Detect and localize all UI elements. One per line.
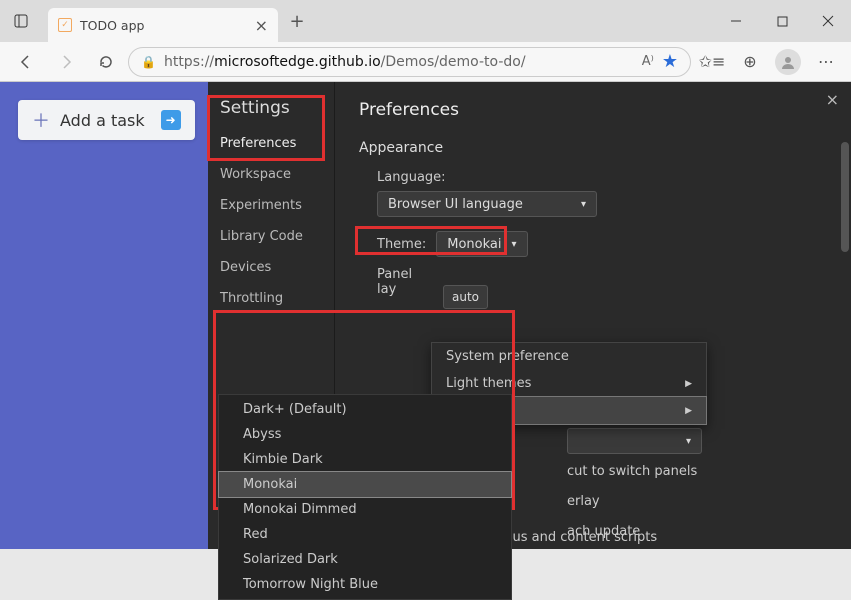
tab-favicon: ✓ — [58, 18, 72, 32]
sidebar-item-throttling[interactable]: Throttling — [208, 283, 334, 314]
plus-icon: ＋ — [32, 107, 50, 133]
chevron-down-icon: ▾ — [511, 239, 516, 250]
theme-option[interactable]: Kimbie Dark — [219, 447, 511, 472]
settings-title: Settings — [208, 94, 334, 128]
close-window-button[interactable] — [805, 0, 851, 42]
chevron-down-icon: ▾ — [686, 436, 691, 447]
appearance-heading: Appearance — [359, 140, 827, 156]
browser-tab[interactable]: ✓ TODO app × — [48, 8, 278, 42]
theme-option[interactable]: Abyss — [219, 422, 511, 447]
theme-option-selected[interactable]: Monokai — [219, 472, 511, 497]
lock-icon: 🔒 — [141, 55, 156, 69]
read-aloud-icon[interactable]: A⁾ — [642, 54, 654, 69]
add-task-input[interactable]: ＋ Add a task ➜ — [18, 100, 195, 140]
more-button[interactable]: ⋯ — [809, 46, 843, 78]
sidebar-item-library[interactable]: Library Code — [208, 221, 334, 252]
panel-layout-label: Panel lay — [377, 267, 433, 297]
extra-select[interactable]: ▾ — [567, 428, 702, 454]
avatar-icon — [775, 49, 801, 75]
theme-option[interactable]: Red — [219, 522, 511, 547]
language-select[interactable]: Browser UI language ▾ — [377, 191, 597, 217]
scrollbar[interactable] — [841, 142, 849, 252]
new-tab-button[interactable]: + — [282, 11, 312, 32]
url-input[interactable]: 🔒 https://microsoftedge.github.io/Demos/… — [128, 47, 691, 77]
hint-switch: cut to switch panels — [567, 464, 697, 479]
theme-label: Theme: — [377, 237, 426, 252]
profile-button[interactable] — [771, 46, 805, 78]
submenu-light-themes[interactable]: Light themes▶ — [432, 370, 706, 397]
page-content: ＋ Add a task ➜ Settings Preferences Work… — [0, 82, 851, 549]
theme-option[interactable]: Monokai Dimmed — [219, 497, 511, 522]
forward-button[interactable] — [48, 46, 84, 78]
favorites-button[interactable]: ✩≡ — [695, 46, 729, 78]
triangle-right-icon: ▶ — [685, 379, 692, 389]
window-titlebar: ✓ TODO app × + — [0, 0, 851, 42]
chevron-down-icon: ▾ — [581, 199, 586, 210]
theme-list-dropdown: Dark+ (Default) Abyss Kimbie Dark Monoka… — [218, 394, 512, 600]
theme-select[interactable]: Monokai ▾ — [436, 231, 527, 257]
panel-layout-select[interactable]: auto — [443, 285, 488, 309]
maximize-button[interactable] — [759, 0, 805, 42]
url-text: https://microsoftedge.github.io/Demos/de… — [164, 54, 634, 70]
add-task-label: Add a task — [60, 111, 145, 130]
close-settings-icon[interactable]: × — [826, 90, 839, 109]
sidebar-item-preferences[interactable]: Preferences — [208, 128, 334, 159]
sidebar-item-workspace[interactable]: Workspace — [208, 159, 334, 190]
language-label: Language: — [377, 170, 446, 185]
submenu-system-preference[interactable]: System preference — [432, 343, 706, 370]
minimize-button[interactable] — [713, 0, 759, 42]
theme-option[interactable]: Tomorrow Night Blue — [219, 572, 511, 597]
tab-close-icon[interactable]: × — [255, 16, 268, 35]
submit-icon[interactable]: ➜ — [161, 110, 181, 130]
theme-option[interactable]: Solarized Dark — [219, 547, 511, 572]
triangle-right-icon: ▶ — [685, 406, 692, 416]
sidebar-item-experiments[interactable]: Experiments — [208, 190, 334, 221]
sidebar-item-devices[interactable]: Devices — [208, 252, 334, 283]
tab-actions-button[interactable] — [0, 0, 42, 42]
favorite-icon[interactable]: ★ — [662, 51, 678, 72]
back-button[interactable] — [8, 46, 44, 78]
collections-button[interactable]: ⊕ — [733, 46, 767, 78]
hint-overlay: erlay — [567, 494, 600, 509]
preferences-heading: Preferences — [359, 100, 827, 120]
tab-title: TODO app — [80, 18, 144, 33]
window-controls — [713, 0, 851, 42]
theme-option[interactable]: Dark+ (Default) — [219, 397, 511, 422]
refresh-button[interactable] — [88, 46, 124, 78]
address-bar: 🔒 https://microsoftedge.github.io/Demos/… — [0, 42, 851, 82]
